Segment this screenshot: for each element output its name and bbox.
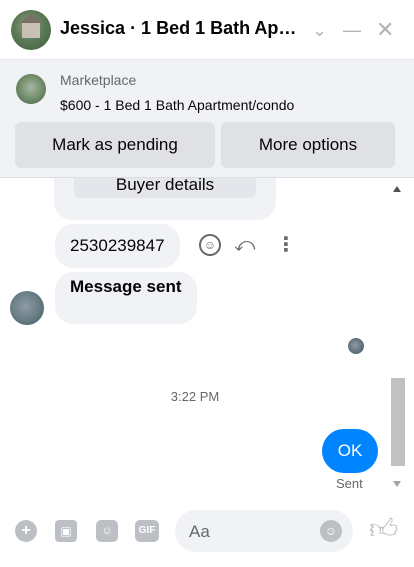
scroll-up-arrow[interactable] — [393, 186, 401, 192]
seen-indicator-avatar — [348, 338, 364, 354]
marketplace-label: Marketplace — [60, 72, 137, 88]
like-icon[interactable]: 👍︎ — [369, 513, 398, 545]
minimize-icon[interactable]: — — [343, 18, 361, 42]
ok-message-bubble[interactable]: OK — [322, 429, 378, 473]
message-thread[interactable]: Buyer details 2530239847 ☺ ⤺ ⋮ Message s… — [0, 178, 414, 500]
chat-header: Jessica · 1 Bed 1 Bath Apart… ⌄ — ✕ — [0, 0, 414, 60]
more-icon[interactable]: ⋮ — [276, 234, 296, 256]
chevron-down-icon[interactable]: ⌄ — [312, 18, 327, 42]
sender-avatar[interactable] — [10, 291, 44, 325]
mark-as-pending-button[interactable]: Mark as pending — [15, 122, 215, 168]
reply-icon[interactable]: ⤺ — [234, 234, 255, 256]
message-sent-bubble[interactable]: Message sent — [55, 272, 197, 324]
message-input[interactable] — [187, 510, 321, 554]
scrollbar-thumb[interactable] — [391, 378, 405, 466]
close-icon[interactable]: ✕ — [376, 18, 394, 42]
timestamp: 3:22 PM — [170, 389, 220, 404]
emoji-icon[interactable]: ☺ — [199, 234, 221, 256]
gif-icon[interactable]: GIF — [135, 520, 159, 542]
buyer-details-button[interactable]: Buyer details — [74, 178, 256, 198]
sticker-icon[interactable]: ☺ — [96, 520, 118, 542]
emoji-picker-icon[interactable]: ☺ — [320, 520, 342, 542]
plus-icon[interactable]: + — [15, 520, 37, 542]
buyer-details-card: Buyer details — [54, 178, 276, 220]
message-composer[interactable]: ☺ — [175, 510, 353, 554]
photo-icon[interactable]: ▣ — [55, 520, 77, 542]
marketplace-panel: Marketplace $600 - 1 Bed 1 Bath Apartmen… — [0, 60, 414, 178]
phone-number-message[interactable]: 2530239847 — [55, 224, 180, 268]
sent-status: Sent — [336, 476, 363, 491]
more-options-button[interactable]: More options — [221, 122, 395, 168]
listing-thumbnail[interactable] — [16, 74, 46, 104]
listing-title[interactable]: $600 - 1 Bed 1 Bath Apartment/condo — [60, 97, 294, 113]
composer-bar: + ▣ ☺ GIF ☺ 👍︎ — [0, 500, 414, 567]
conversation-title[interactable]: Jessica · 1 Bed 1 Bath Apart… — [60, 18, 305, 39]
scroll-down-arrow[interactable] — [393, 481, 401, 487]
contact-avatar[interactable] — [11, 10, 51, 50]
